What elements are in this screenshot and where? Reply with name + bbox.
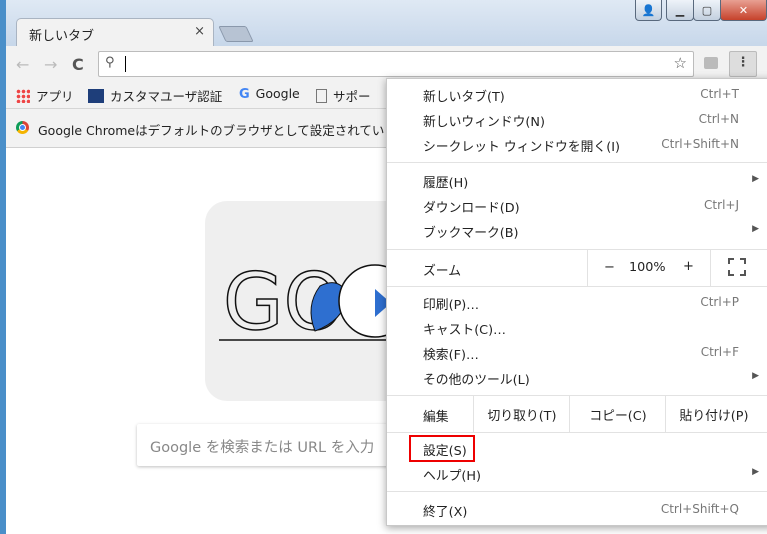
menu-edit-row: 編集 切り取り(T) コピー(C) 貼り付け(P) xyxy=(387,396,767,432)
user-icon[interactable]: 👤 xyxy=(635,0,662,21)
fullscreen-button[interactable] xyxy=(710,250,767,286)
zoom-in-button[interactable]: + xyxy=(683,259,694,274)
minimize-button[interactable]: ▁ xyxy=(666,0,694,21)
google-search-box[interactable]: Google を検索または URL を入力 xyxy=(137,424,417,466)
menu-item-history[interactable]: 履歴(H) ▶ xyxy=(387,168,767,193)
zoom-out-button[interactable]: − xyxy=(604,260,615,275)
page-icon xyxy=(316,88,327,103)
settings-highlight-box xyxy=(409,435,475,462)
extension-icon[interactable] xyxy=(704,57,718,69)
menu-shortcut: Ctrl+J xyxy=(704,198,739,212)
menu-divider xyxy=(387,286,767,287)
google-g-icon: G xyxy=(239,86,250,102)
menu-label: ダウンロード(D) xyxy=(423,201,520,216)
bookmark-star-icon[interactable]: ☆ xyxy=(674,54,687,72)
doodle-drawing: GO xyxy=(219,257,415,349)
menu-label: 新しいタブ(T) xyxy=(423,90,505,105)
menu-shortcut: Ctrl+T xyxy=(700,87,739,101)
menu-item-help[interactable]: ヘルプ(H) ▶ xyxy=(387,461,767,486)
tab-close-icon[interactable]: × xyxy=(194,24,205,39)
apps-grid-icon xyxy=(16,88,30,103)
submenu-arrow-icon: ▶ xyxy=(752,467,759,477)
menu-label: 印刷(P)… xyxy=(423,298,480,313)
search-icon: ⚲ xyxy=(105,55,115,70)
menu-divider xyxy=(387,432,767,433)
menu-label: ブックマーク(B) xyxy=(423,226,519,241)
menu-zoom-row: ズーム − 100% + xyxy=(387,250,767,286)
maximize-button[interactable]: ▢ xyxy=(693,0,721,21)
bookmark-label: カスタマユーザ認証 xyxy=(110,89,223,104)
menu-item-new-window[interactable]: 新しいウィンドウ(N) Ctrl+N xyxy=(387,107,767,132)
menu-shortcut: Ctrl+Shift+Q xyxy=(660,502,739,516)
google-doodle[interactable]: GO xyxy=(205,201,415,401)
menu-item-incognito[interactable]: シークレット ウィンドウを開く(I) Ctrl+Shift+N xyxy=(387,132,767,157)
menu-item-print[interactable]: 印刷(P)… Ctrl+P xyxy=(387,290,767,315)
chrome-logo-icon xyxy=(16,121,29,134)
menu-divider xyxy=(387,491,767,492)
address-bar[interactable]: ⚲ ☆ xyxy=(98,51,694,77)
menu-item-cast[interactable]: キャスト(C)… xyxy=(387,315,767,340)
fullscreen-icon xyxy=(728,258,746,276)
bookmark-apps[interactable]: アプリ xyxy=(16,86,74,105)
infobar-message: Google Chromeはデフォルトのブラウザとして設定されていま xyxy=(38,123,397,138)
menu-divider xyxy=(387,162,767,163)
menu-item-bookmarks[interactable]: ブックマーク(B) ▶ xyxy=(387,218,767,243)
forward-icon[interactable]: → xyxy=(44,55,57,74)
menu-label: シークレット ウィンドウを開く(I) xyxy=(423,140,620,155)
bookmark-label: サポー xyxy=(333,89,371,104)
menu-label: 履歴(H) xyxy=(423,176,469,191)
browser-window: 👤 ▁ ▢ ✕ 新しいタブ × ← → C ⚲ ☆ ⋮ アプリ カスタマユーザ認… xyxy=(6,0,767,534)
menu-shortcut: Ctrl+P xyxy=(700,295,739,309)
menu-item-more-tools[interactable]: その他のツール(L) ▶ xyxy=(387,365,767,390)
submenu-arrow-icon: ▶ xyxy=(752,371,759,381)
zoom-label: ズーム xyxy=(423,264,462,279)
menu-label: 検索(F)… xyxy=(423,348,479,363)
bookmark-label: Google xyxy=(255,86,300,101)
search-placeholder: Google を検索または URL を入力 xyxy=(150,440,375,456)
back-icon[interactable]: ← xyxy=(16,55,29,74)
menu-shortcut: Ctrl+N xyxy=(698,112,739,126)
text-caret xyxy=(125,56,126,72)
tab-title: 新しいタブ xyxy=(29,29,95,44)
menu-shortcut: Ctrl+Shift+N xyxy=(661,137,739,151)
site-favicon-icon xyxy=(88,88,104,103)
menu-item-find[interactable]: 検索(F)… Ctrl+F xyxy=(387,340,767,365)
reload-icon[interactable]: C xyxy=(72,55,84,74)
copy-button[interactable]: コピー(C) xyxy=(569,396,666,432)
menu-label: ヘルプ(H) xyxy=(423,469,481,484)
menu-item-new-tab[interactable]: 新しいタブ(T) Ctrl+T xyxy=(387,82,767,107)
tab-new-tab[interactable]: 新しいタブ × xyxy=(16,18,214,47)
title-bar: 👤 ▁ ▢ ✕ 新しいタブ × xyxy=(6,0,767,47)
bookmark-label: アプリ xyxy=(36,89,74,104)
chrome-menu-button[interactable]: ⋮ xyxy=(729,51,757,77)
cut-button[interactable]: 切り取り(T) xyxy=(473,396,570,432)
menu-label: キャスト(C)… xyxy=(423,323,506,338)
paste-button[interactable]: 貼り付け(P) xyxy=(665,396,762,432)
bookmark-customer-auth[interactable]: カスタマユーザ認証 xyxy=(88,86,222,105)
bookmark-support[interactable]: サポー xyxy=(316,86,371,105)
menu-label: その他のツール(L) xyxy=(423,373,530,388)
new-tab-button[interactable] xyxy=(218,26,254,42)
bookmark-google[interactable]: G Google xyxy=(239,86,300,102)
edit-label: 編集 xyxy=(423,410,449,425)
zoom-controls: − 100% + xyxy=(587,250,767,286)
chrome-main-menu: 新しいタブ(T) Ctrl+T 新しいウィンドウ(N) Ctrl+N シークレッ… xyxy=(386,78,767,526)
toolbar: ← → C ⚲ ☆ ⋮ xyxy=(6,46,767,82)
menu-item-exit[interactable]: 終了(X) Ctrl+Shift+Q xyxy=(387,497,767,522)
submenu-arrow-icon: ▶ xyxy=(752,174,759,184)
submenu-arrow-icon: ▶ xyxy=(752,224,759,234)
menu-shortcut: Ctrl+F xyxy=(700,345,739,359)
close-window-button[interactable]: ✕ xyxy=(720,0,767,21)
zoom-value: 100% xyxy=(629,260,666,275)
menu-item-downloads[interactable]: ダウンロード(D) Ctrl+J xyxy=(387,193,767,218)
menu-label: 終了(X) xyxy=(423,505,468,520)
menu-label: 新しいウィンドウ(N) xyxy=(423,115,545,130)
